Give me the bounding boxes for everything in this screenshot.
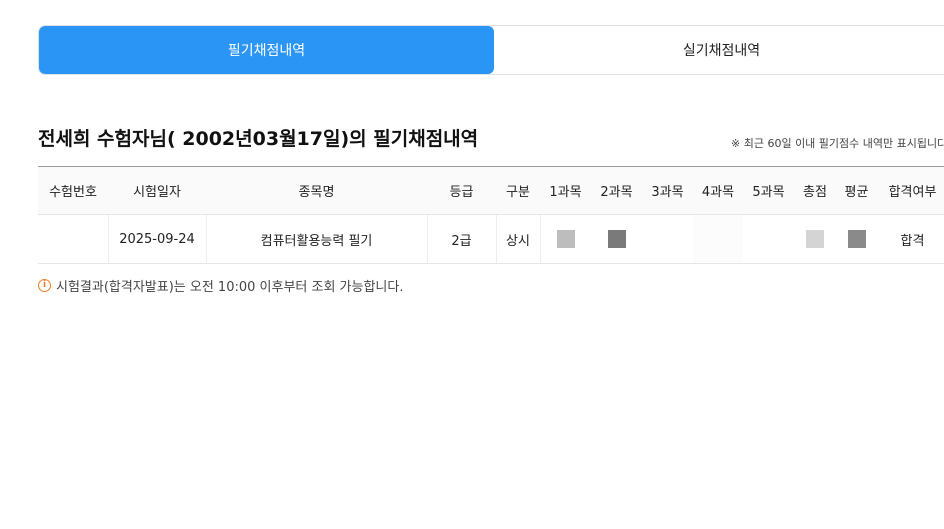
cell-subject-3-score [642, 214, 693, 264]
header-subject-5: 5과목 [743, 166, 794, 215]
header-subject-3: 3과목 [642, 166, 693, 215]
cell-average-score [836, 214, 877, 264]
tab-practical-scores[interactable]: 실기채점내역 [494, 26, 944, 74]
header-subject-2: 2과목 [591, 166, 642, 215]
cell-exam-number [38, 214, 109, 264]
cell-subject-5-score [743, 214, 794, 264]
header-average: 평균 [836, 166, 877, 215]
table-header-row: 수험번호 시험일자 종목명 등급 구분 1과목 2과목 3과목 4과목 5과목 … [38, 166, 944, 215]
recent-records-notice: ※ 최근 60일 이내 필기점수 내역만 표시됩니다 [731, 137, 944, 150]
cell-exam-date: 2025-09-24 [108, 214, 207, 264]
table-row: 2025-09-24 컴퓨터활용능력 필기 2급 상시 합격 [38, 214, 944, 264]
info-icon: i [38, 279, 51, 292]
score-tabs: 필기채점내역 실기채점내역 [38, 25, 944, 75]
cell-subject-1-score [540, 214, 591, 264]
header-subject-1: 1과목 [540, 166, 591, 215]
redacted-score-mask [556, 230, 575, 248]
header-grade: 등급 [427, 166, 496, 215]
score-table: 수험번호 시험일자 종목명 등급 구분 1과목 2과목 3과목 4과목 5과목 … [38, 166, 944, 264]
tab-written-scores[interactable]: 필기채점내역 [39, 26, 494, 74]
cell-subject-4-score [693, 214, 743, 264]
cell-pass-status: 합격 [877, 214, 944, 264]
header-type: 구분 [496, 166, 540, 215]
cell-subject-name: 컴퓨터활용능력 필기 [206, 214, 428, 264]
header-subject-4: 4과목 [693, 166, 743, 215]
cell-type: 상시 [496, 214, 541, 264]
redacted-score-mask [607, 230, 626, 248]
header-exam-date: 시험일자 [108, 166, 206, 215]
redacted-score-mask [806, 230, 824, 248]
header-subject-name: 종목명 [206, 166, 427, 215]
result-availability-note: i 시험결과(합격자발표)는 오전 10:00 이후부터 조회 가능합니다. [38, 276, 403, 295]
cell-subject-2-score [591, 214, 642, 264]
header-exam-number: 수험번호 [38, 166, 108, 215]
cell-grade: 2급 [427, 214, 497, 264]
page-title: 전세희 수험자님( 2002년03월17일)의 필기채점내역 [38, 128, 479, 150]
score-table-container: 수험번호 시험일자 종목명 등급 구분 1과목 2과목 3과목 4과목 5과목 … [38, 166, 944, 264]
redacted-score-mask [847, 230, 866, 248]
cell-total-score [794, 214, 836, 264]
result-availability-text: 시험결과(합격자발표)는 오전 10:00 이후부터 조회 가능합니다. [56, 280, 404, 295]
header-total: 총점 [794, 166, 836, 215]
header-pass-status: 합격여부 [877, 166, 944, 215]
